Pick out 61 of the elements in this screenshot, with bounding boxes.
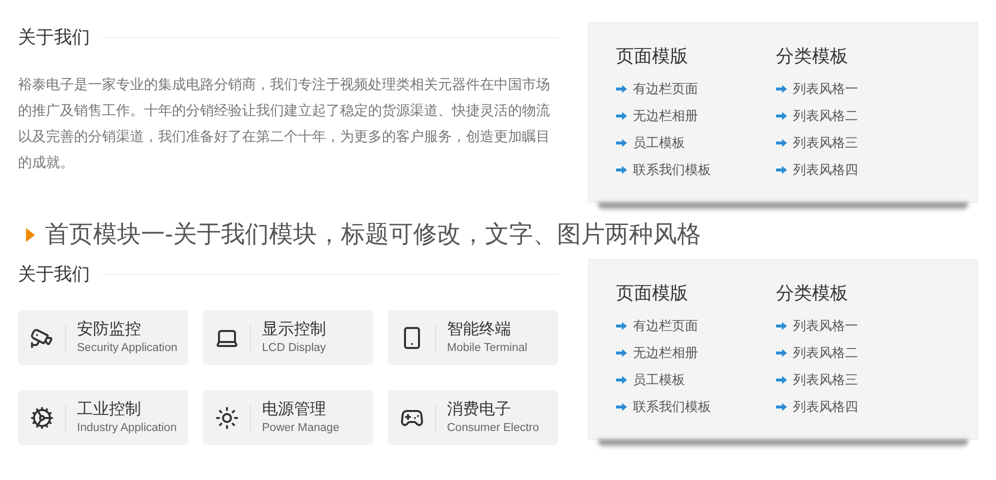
card-title: 工业控制 bbox=[77, 400, 142, 420]
template-link[interactable]: 员工模板 bbox=[633, 132, 685, 152]
card-subtitle: Industry Application bbox=[77, 420, 177, 436]
arrow-icon bbox=[776, 376, 787, 384]
category-card[interactable]: 安防监控 Security Application bbox=[18, 310, 188, 365]
card-title: 安防监控 bbox=[77, 320, 142, 340]
column-heading: 页面模版 bbox=[616, 45, 689, 68]
card-subtitle: Security Application bbox=[77, 340, 178, 356]
template-link[interactable]: 员工模板 bbox=[633, 370, 685, 390]
template-link[interactable]: 列表风格四 bbox=[793, 396, 858, 416]
arrow-icon bbox=[616, 112, 627, 120]
category-card[interactable]: 显示控制 LCD Display bbox=[203, 310, 373, 365]
arrow-icon bbox=[776, 84, 787, 92]
arrow-icon bbox=[616, 348, 627, 356]
arrow-icon bbox=[616, 166, 627, 174]
card-subtitle: Mobile Terminal bbox=[447, 340, 528, 356]
card-subtitle: Consumer Electro bbox=[447, 420, 540, 436]
arrow-icon bbox=[776, 166, 787, 174]
template-link[interactable]: 列表风格四 bbox=[793, 160, 858, 180]
arrow-icon bbox=[616, 376, 627, 384]
arrow-icon bbox=[776, 322, 787, 330]
column-heading: 分类模板 bbox=[776, 282, 849, 305]
template-link[interactable]: 列表风格一 bbox=[793, 78, 858, 98]
arrow-icon bbox=[776, 348, 787, 356]
template-link[interactable]: 联系我们模板 bbox=[633, 160, 711, 180]
template-link[interactable]: 列表风格三 bbox=[793, 370, 858, 390]
card-subtitle: LCD Display bbox=[262, 340, 326, 356]
gear-icon bbox=[30, 406, 54, 430]
template-link[interactable]: 有边栏页面 bbox=[633, 78, 698, 98]
category-card[interactable]: 工业控制 Industry Application bbox=[18, 390, 188, 445]
sun-icon bbox=[214, 406, 238, 430]
template-link[interactable]: 列表风格三 bbox=[793, 132, 858, 152]
template-link[interactable]: 列表风格二 bbox=[793, 106, 858, 126]
template-link[interactable]: 无边栏相册 bbox=[633, 106, 698, 126]
about-paragraph: 裕泰电子是一家专业的集成电路分销商，我们专注于视频处理类相关元器件在中国市场的推广及销售工作。十年的分销经验让我们建立起了稳定的货源渠道、快捷灵活的物流以及完善的分销渠道，我们准备好了在第二个十年，为更多的客户服务，创造更加瞩目的成就。 bbox=[18, 75, 551, 172]
column-heading: 分类模板 bbox=[776, 45, 849, 68]
arrow-icon bbox=[616, 138, 627, 146]
column-heading: 页面模版 bbox=[616, 282, 689, 305]
category-card[interactable]: 消费电子 Consumer Electro bbox=[388, 390, 558, 445]
category-card[interactable]: 智能终端 Mobile Terminal bbox=[388, 310, 558, 365]
section-title: 关于我们 bbox=[18, 26, 90, 49]
section-title: 关于我们 bbox=[18, 263, 90, 286]
card-title: 消费电子 bbox=[447, 400, 512, 420]
arrow-icon bbox=[616, 402, 627, 410]
template-link[interactable]: 列表风格二 bbox=[793, 342, 858, 362]
arrow-icon bbox=[616, 84, 627, 92]
card-title: 智能终端 bbox=[447, 320, 512, 340]
template-link[interactable]: 列表风格一 bbox=[793, 316, 858, 336]
arrow-icon bbox=[616, 322, 627, 330]
category-card[interactable]: 电源管理 Power Manage bbox=[203, 390, 373, 445]
arrow-icon bbox=[776, 138, 787, 146]
arrow-icon bbox=[776, 402, 787, 410]
banner-title: 首页模块一-关于我们模块，标题可修改，文字、图片两种风格 bbox=[45, 220, 701, 250]
template-link[interactable]: 有边栏页面 bbox=[633, 316, 698, 336]
card-subtitle: Power Manage bbox=[262, 420, 340, 436]
card-title: 电源管理 bbox=[262, 400, 327, 420]
arrow-icon bbox=[776, 112, 787, 120]
triangle-icon bbox=[26, 228, 35, 242]
card-title: 显示控制 bbox=[262, 320, 326, 340]
template-link[interactable]: 联系我们模板 bbox=[633, 396, 711, 416]
template-link[interactable]: 无边栏相册 bbox=[633, 342, 698, 362]
